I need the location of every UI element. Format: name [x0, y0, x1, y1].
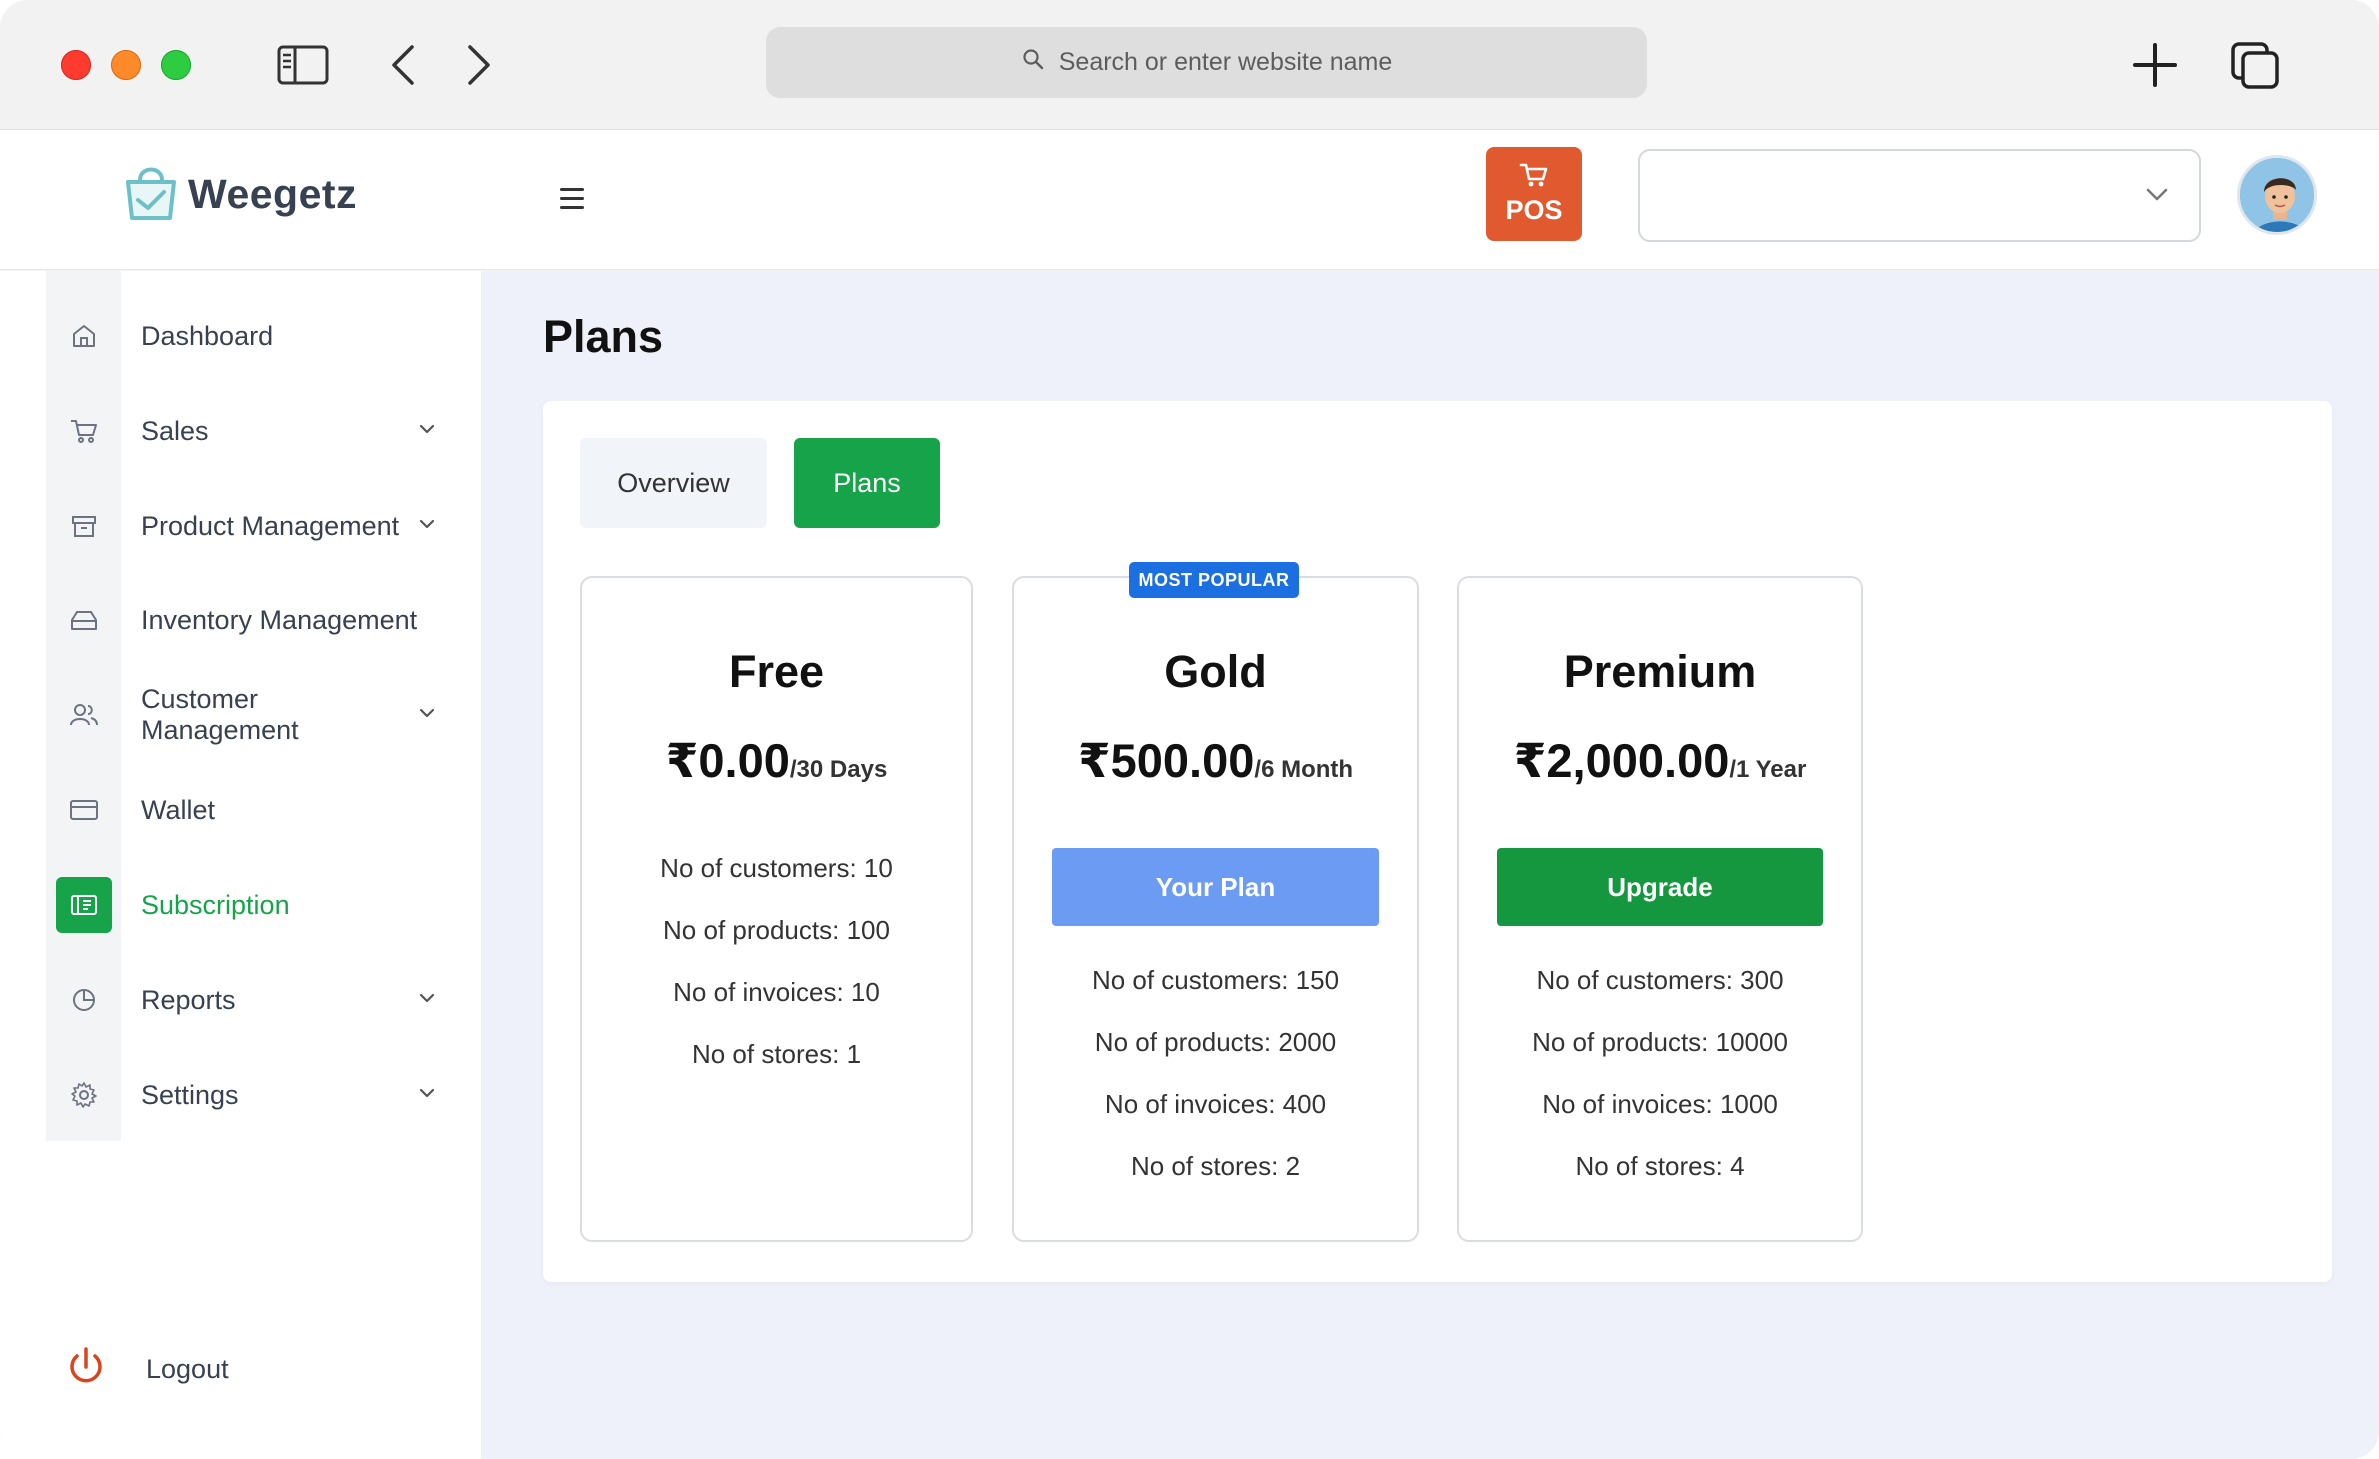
tab-overview[interactable]: Overview	[580, 438, 767, 528]
logout-button[interactable]: Logout	[66, 1346, 229, 1393]
logout-label: Logout	[146, 1354, 229, 1384]
sidebar: Dashboard Sales Product Management Inven…	[0, 271, 482, 1459]
sidebar-item-wallet[interactable]: Wallet	[46, 775, 466, 845]
inbox-icon	[46, 585, 121, 655]
subscription-icon-wrapper	[46, 870, 121, 940]
your-plan-button[interactable]: Your Plan	[1052, 848, 1379, 926]
sidebar-item-label: Reports	[141, 984, 236, 1015]
address-bar-placeholder: Search or enter website name	[1058, 48, 1393, 76]
sidebar-item-label: Dashboard	[141, 320, 274, 351]
chevron-down-icon	[2145, 187, 2169, 208]
power-icon	[66, 1346, 106, 1393]
plan-feature: No of customers: 300	[1536, 965, 1784, 995]
plan-price-period: /1 Year	[1729, 756, 1807, 783]
home-icon	[46, 301, 121, 371]
chevron-down-icon	[418, 517, 436, 535]
plan-price-amount: ₹500.00	[1077, 734, 1255, 787]
new-tab-icon[interactable]	[2128, 40, 2182, 90]
pos-button[interactable]: POS	[1486, 147, 1582, 241]
plan-feature: No of stores: 2	[1130, 1151, 1301, 1181]
upgrade-button[interactable]: Upgrade	[1497, 848, 1823, 926]
plan-feature: No of products: 10000	[1532, 1027, 1788, 1057]
sidebar-item-label: Subscription	[141, 889, 290, 920]
sidebar-item-label: Inventory Management	[141, 604, 418, 635]
plan-feature: No of stores: 4	[1575, 1151, 1745, 1181]
plan-price: ₹0.00/30 Days	[582, 733, 971, 789]
sidebar-item-label: Settings	[141, 1079, 239, 1110]
plan-name: Premium	[1563, 646, 1757, 697]
gear-icon	[46, 1060, 121, 1130]
sidebar-item-subscription[interactable]: Subscription	[46, 870, 466, 940]
plan-price-period: /30 Days	[789, 756, 888, 783]
most-popular-badge: MOST POPULAR	[1129, 562, 1299, 598]
plan-card-free: Free ₹0.00/30 Days No of customers: 10 N…	[580, 576, 973, 1242]
sidebar-item-label: Customer Management	[141, 684, 299, 745]
sidebar-item-customer-management[interactable]: Customer Management	[46, 680, 466, 750]
browser-toolbar: Search or enter website name	[0, 0, 2379, 130]
plan-price-amount: ₹0.00	[665, 734, 790, 787]
plan-feature: No of stores: 1	[691, 1039, 862, 1069]
close-window-button[interactable]	[61, 50, 91, 80]
browser-window: Search or enter website name Weegetz POS…	[0, 0, 2379, 1459]
plan-name: Free	[728, 646, 825, 697]
brand-name: Weegetz	[188, 171, 358, 217]
plans-panel: Overview Plans Free ₹0.00/30 Days No of …	[543, 401, 2332, 1282]
sidebar-item-label: Product Management	[141, 510, 400, 541]
sidebar-item-inventory-management[interactable]: Inventory Management	[46, 585, 466, 655]
main-content: Plans Overview Plans Free ₹0.00/30 Days …	[483, 271, 2379, 1459]
search-icon	[1021, 47, 1045, 78]
sidebar-item-product-management[interactable]: Product Management	[46, 491, 466, 561]
users-icon	[46, 680, 121, 750]
tab-plans[interactable]: Plans	[794, 438, 940, 528]
plan-feature: No of invoices: 1000	[1542, 1089, 1778, 1119]
sidebar-item-settings[interactable]: Settings	[46, 1060, 466, 1130]
chevron-down-icon	[418, 991, 436, 1009]
app-header: Weegetz POS	[0, 130, 2379, 270]
sidebar-item-label: Wallet	[141, 794, 216, 825]
wallet-icon	[46, 775, 121, 845]
maximize-window-button[interactable]	[161, 50, 191, 80]
chevron-down-icon	[418, 1086, 436, 1104]
sidebar-item-label: Sales	[141, 415, 209, 446]
plan-price-amount: ₹2,000.00	[1513, 734, 1730, 787]
tabs-overview-icon[interactable]	[2228, 40, 2282, 90]
cart-icon	[46, 396, 121, 466]
brand-logo[interactable]: Weegetz	[120, 160, 357, 229]
pos-label: POS	[1505, 195, 1563, 225]
store-select[interactable]	[1638, 149, 2201, 242]
shopping-bag-logo-icon	[120, 160, 182, 229]
plan-card-premium: Premium ₹2,000.00/1 Year Upgrade No of c…	[1457, 576, 1863, 1242]
minimize-window-button[interactable]	[111, 50, 141, 80]
plan-feature: No of invoices: 10	[673, 977, 880, 1007]
chevron-down-icon	[418, 706, 436, 724]
plan-price: ₹500.00/6 Month	[1014, 733, 1417, 789]
plan-feature: No of products: 2000	[1094, 1027, 1337, 1057]
plan-price: ₹2,000.00/1 Year	[1459, 733, 1861, 789]
address-bar[interactable]: Search or enter website name	[766, 27, 1647, 98]
pie-chart-icon	[46, 965, 121, 1035]
forward-icon[interactable]	[452, 40, 506, 90]
plan-name: Gold	[1164, 646, 1267, 697]
back-icon[interactable]	[376, 40, 430, 90]
chevron-down-icon	[418, 422, 436, 440]
archive-icon	[46, 491, 121, 561]
plan-price-period: /6 Month	[1254, 756, 1354, 783]
sidebar-item-sales[interactable]: Sales	[46, 396, 466, 466]
user-avatar[interactable]	[2237, 155, 2317, 235]
sidebar-item-dashboard[interactable]: Dashboard	[46, 301, 466, 371]
cart-icon	[1519, 162, 1549, 195]
plan-feature: No of customers: 150	[1091, 965, 1340, 995]
sidebar-item-reports[interactable]: Reports	[46, 965, 466, 1035]
plan-card-gold: Gold ₹500.00/6 Month Your Plan No of cus…	[1012, 576, 1419, 1242]
menu-toggle-icon[interactable]	[560, 180, 596, 216]
plan-feature: No of customers: 10	[660, 853, 893, 883]
plan-feature: No of products: 100	[663, 915, 890, 945]
subscription-icon	[55, 877, 112, 933]
page-title: Plans	[543, 311, 664, 362]
sidebar-toggle-icon[interactable]	[276, 40, 330, 90]
plan-feature: No of invoices: 400	[1104, 1089, 1327, 1119]
